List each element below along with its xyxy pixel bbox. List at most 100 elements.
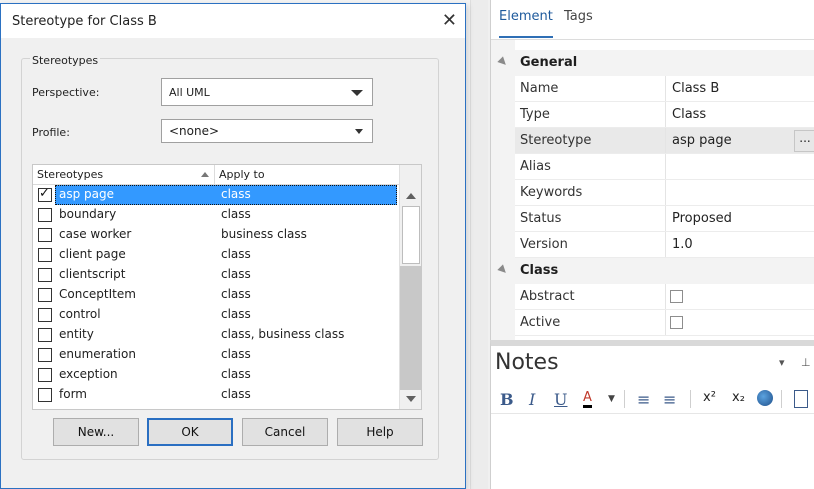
list-header: Stereotypes Apply to — [33, 165, 399, 185]
scrollbar-track[interactable] — [400, 266, 421, 390]
row-checkbox[interactable] — [38, 268, 52, 282]
notes-dropdown-icon[interactable]: ▾ — [779, 356, 785, 369]
pin-icon[interactable]: ⊥ — [801, 356, 811, 369]
property-row-alias[interactable]: Alias — [515, 154, 814, 180]
numbered-list-icon[interactable]: ≡ — [663, 390, 676, 409]
stereotype-list[interactable]: Stereotypes Apply to asp page class — [32, 164, 422, 410]
notes-panel: Notes ▾ ⊥ B I U A ▼ ≡ ≡ x² x₂ — [490, 340, 814, 489]
section-class-label: Class — [520, 263, 559, 278]
font-color-dropdown-icon[interactable]: ▼ — [608, 394, 615, 404]
table-row[interactable]: form class — [33, 385, 399, 405]
apply-to: class — [221, 207, 251, 221]
document-icon[interactable] — [794, 390, 808, 408]
row-checkbox[interactable] — [38, 308, 52, 322]
table-row[interactable]: entity class, business class — [33, 325, 399, 345]
property-value[interactable]: asp page — [672, 133, 732, 148]
list-scrollbar[interactable] — [399, 165, 421, 409]
property-row-status[interactable]: Status Proposed — [515, 206, 814, 232]
row-checkbox[interactable] — [38, 368, 52, 382]
property-row-keywords[interactable]: Keywords — [515, 180, 814, 206]
scrollbar-thumb[interactable] — [402, 206, 420, 264]
table-row[interactable]: ConceptItem class — [33, 285, 399, 305]
table-row[interactable]: case worker business class — [33, 225, 399, 245]
property-key: Status — [520, 211, 562, 226]
table-row[interactable]: clientscript class — [33, 265, 399, 285]
hyperlink-globe-icon[interactable] — [757, 390, 773, 406]
bold-icon[interactable]: B — [500, 390, 514, 409]
row-checkbox[interactable] — [38, 328, 52, 342]
apply-to: class — [221, 367, 251, 381]
table-row[interactable]: enumeration class — [33, 345, 399, 365]
apply-to: class — [221, 187, 251, 201]
property-row-abstract[interactable]: Abstract — [515, 284, 814, 310]
row-checkbox[interactable] — [38, 186, 52, 202]
profile-select[interactable]: <none> — [161, 119, 373, 143]
new-button[interactable]: New... — [53, 418, 139, 446]
stereotype-ellipsis-button[interactable]: ... — [794, 130, 814, 152]
properties-panel: Element Tags General Name Class B Type C… — [490, 0, 814, 340]
collapse-triangle-icon[interactable] — [497, 264, 509, 276]
apply-to: class — [221, 287, 251, 301]
apply-to: class — [221, 307, 251, 321]
property-value[interactable]: 1.0 — [672, 237, 693, 252]
font-color-icon[interactable]: A — [583, 390, 592, 408]
dialog-titlebar[interactable]: Stereotype for Class B ✕ — [1, 4, 465, 38]
properties-tabs: Element Tags — [491, 0, 814, 40]
property-key: Abstract — [520, 289, 575, 304]
italic-icon[interactable]: I — [529, 390, 535, 409]
bullet-list-icon[interactable]: ≡ — [637, 390, 650, 409]
column-header-label: Stereotypes — [37, 168, 104, 181]
property-row-name[interactable]: Name Class B — [515, 76, 814, 102]
property-key: Type — [520, 107, 550, 122]
row-checkbox[interactable] — [38, 348, 52, 362]
scroll-down-icon[interactable] — [403, 391, 419, 407]
table-row[interactable]: boundary class — [33, 205, 399, 225]
table-row[interactable]: asp page class — [33, 185, 399, 205]
column-header-apply-to[interactable]: Apply to — [215, 165, 399, 185]
property-row-version[interactable]: Version 1.0 — [515, 232, 814, 258]
canvas-scrollbar[interactable] — [470, 0, 488, 489]
row-checkbox[interactable] — [38, 288, 52, 302]
row-checkbox[interactable] — [38, 248, 52, 262]
section-general[interactable]: General — [491, 50, 814, 76]
apply-to: class, business class — [221, 327, 345, 341]
stereotype-name: clientscript — [59, 267, 126, 281]
superscript-icon[interactable]: x² — [703, 390, 716, 405]
table-row[interactable]: control class — [33, 305, 399, 325]
chevron-down-icon — [351, 90, 363, 96]
stereotype-name: boundary — [59, 207, 117, 221]
table-row[interactable]: client page class — [33, 245, 399, 265]
row-checkbox[interactable] — [38, 208, 52, 222]
collapse-triangle-icon[interactable] — [497, 56, 509, 68]
row-checkbox[interactable] — [38, 388, 52, 402]
property-value[interactable]: Class — [672, 107, 706, 122]
active-checkbox[interactable] — [670, 316, 683, 329]
section-class[interactable]: Class — [491, 258, 814, 284]
perspective-value: All UML — [169, 86, 210, 99]
table-row[interactable]: exception class — [33, 365, 399, 385]
subscript-icon[interactable]: x₂ — [732, 390, 745, 405]
apply-to: class — [221, 347, 251, 361]
underline-icon[interactable]: U — [554, 390, 567, 409]
row-checkbox[interactable] — [38, 228, 52, 242]
apply-to: business class — [221, 227, 307, 241]
perspective-select[interactable]: All UML — [161, 78, 373, 106]
scroll-up-icon[interactable] — [403, 188, 419, 204]
ok-button[interactable]: OK — [147, 418, 233, 446]
column-header-label: Apply to — [219, 168, 265, 181]
column-header-stereotypes[interactable]: Stereotypes — [33, 165, 215, 185]
property-row-active[interactable]: Active — [515, 310, 814, 336]
perspective-label: Perspective: — [32, 86, 100, 99]
property-row-type[interactable]: Type Class — [515, 102, 814, 128]
close-icon[interactable]: ✕ — [442, 10, 457, 31]
property-value[interactable]: Class B — [672, 81, 719, 96]
tab-tags[interactable]: Tags — [564, 9, 593, 24]
abstract-checkbox[interactable] — [670, 290, 683, 303]
cancel-button[interactable]: Cancel — [242, 418, 328, 446]
help-button[interactable]: Help — [337, 418, 423, 446]
stereotype-dialog: Stereotype for Class B ✕ Stereotypes Per… — [0, 3, 466, 489]
property-key: Version — [520, 237, 568, 252]
tab-element[interactable]: Element — [499, 9, 553, 38]
property-row-stereotype[interactable]: Stereotype asp page — [515, 128, 814, 154]
property-value[interactable]: Proposed — [672, 211, 732, 226]
